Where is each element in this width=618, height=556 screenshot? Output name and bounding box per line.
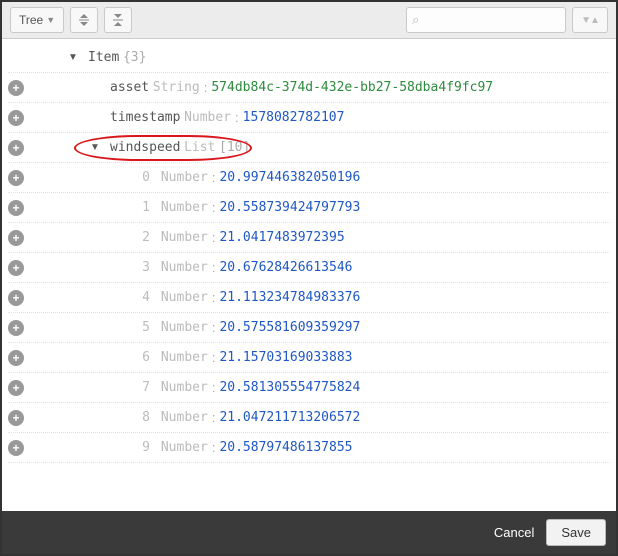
separator: : <box>204 80 208 95</box>
add-sibling-button[interactable]: + <box>8 320 24 336</box>
separator: : <box>212 200 216 215</box>
node-type: Number <box>184 110 231 125</box>
expand-icon <box>77 13 91 27</box>
add-sibling-button[interactable]: + <box>8 170 24 186</box>
add-sibling-button[interactable]: + <box>8 110 24 126</box>
tree-node-windspeed-item[interactable]: +6 Number:21.15703169033883 <box>8 343 610 373</box>
node-meta: {3} <box>123 50 146 65</box>
expand-all-button[interactable] <box>70 7 98 33</box>
node-value: 574db84c-374d-432e-bb27-58dba4f9fc97 <box>211 80 493 95</box>
node-index: 6 <box>136 350 150 365</box>
separator: : <box>212 410 216 425</box>
node-type: Number <box>161 200 208 215</box>
chevron-down-icon: ▼ <box>46 15 55 25</box>
separator: : <box>235 110 239 125</box>
add-sibling-button[interactable]: + <box>8 140 24 156</box>
node-type: Number <box>161 440 208 455</box>
node-type: Number <box>161 170 208 185</box>
tree-node-windspeed[interactable]: + ▼ windspeed List [10] <box>8 133 610 163</box>
tree-node-windspeed-item[interactable]: +8 Number:21.047211713206572 <box>8 403 610 433</box>
tree-node-windspeed-item[interactable]: +1 Number:20.558739424797793 <box>8 193 610 223</box>
dialog-footer: Cancel Save <box>2 511 616 554</box>
separator: : <box>212 440 216 455</box>
node-key: timestamp <box>110 110 180 125</box>
node-value: 20.58797486137855 <box>219 440 352 455</box>
node-value: 20.997446382050196 <box>219 170 360 185</box>
tree-node-root[interactable]: ▼ Item {3} <box>8 43 610 73</box>
search-icon: ⌕ <box>412 12 419 28</box>
node-type: Number <box>161 290 208 305</box>
separator: : <box>212 230 216 245</box>
tree-node-windspeed-item[interactable]: +4 Number:21.113234784983376 <box>8 283 610 313</box>
node-value: 21.047211713206572 <box>219 410 360 425</box>
node-index: 1 <box>136 200 150 215</box>
node-index: 3 <box>136 260 150 275</box>
node-type: List <box>184 140 215 155</box>
node-type: Number <box>161 230 208 245</box>
cancel-button[interactable]: Cancel <box>494 525 534 540</box>
save-button[interactable]: Save <box>546 519 606 546</box>
chevron-down-icon[interactable]: ▼ <box>66 52 80 63</box>
add-sibling-button[interactable]: + <box>8 260 24 276</box>
node-value: 21.0417483972395 <box>219 230 344 245</box>
toolbar: Tree ▼ ⌕ ▼▲ <box>2 2 616 39</box>
tree-node-windspeed-item[interactable]: +2 Number:21.0417483972395 <box>8 223 610 253</box>
add-sibling-button[interactable]: + <box>8 380 24 396</box>
node-type: Number <box>161 380 208 395</box>
chevron-down-icon[interactable]: ▼ <box>88 142 102 153</box>
separator: : <box>212 350 216 365</box>
tree-node-timestamp[interactable]: + timestamp Number : 1578082782107 <box>8 103 610 133</box>
collapse-icon <box>111 13 125 27</box>
node-value: 20.67628426613546 <box>219 260 352 275</box>
node-index: 4 <box>136 290 150 305</box>
node-key: asset <box>110 80 149 95</box>
node-type: Number <box>161 410 208 425</box>
separator: : <box>212 320 216 335</box>
filter-dropdown[interactable]: ▼▲ <box>572 7 608 33</box>
search-box: ⌕ <box>406 7 566 33</box>
node-key: Item <box>88 50 119 65</box>
node-meta: [10] <box>219 140 250 155</box>
collapse-all-button[interactable] <box>104 7 132 33</box>
chevron-down-icon: ▼▲ <box>581 15 599 26</box>
node-value: 21.15703169033883 <box>219 350 352 365</box>
add-sibling-button[interactable]: + <box>8 410 24 426</box>
add-sibling-button[interactable]: + <box>8 200 24 216</box>
node-index: 8 <box>136 410 150 425</box>
node-value: 20.581305554775824 <box>219 380 360 395</box>
node-value: 1578082782107 <box>243 110 345 125</box>
tree-node-asset[interactable]: + asset String : 574db84c-374d-432e-bb27… <box>8 73 610 103</box>
separator: : <box>212 290 216 305</box>
search-input[interactable] <box>406 7 566 33</box>
tree-node-windspeed-item[interactable]: +7 Number:20.581305554775824 <box>8 373 610 403</box>
view-mode-dropdown[interactable]: Tree ▼ <box>10 7 64 33</box>
tree-node-windspeed-item[interactable]: +3 Number:20.67628426613546 <box>8 253 610 283</box>
node-key: windspeed <box>110 140 180 155</box>
add-sibling-button[interactable]: + <box>8 290 24 306</box>
add-sibling-button[interactable]: + <box>8 440 24 456</box>
tree-node-windspeed-item[interactable]: +9 Number:20.58797486137855 <box>8 433 610 463</box>
node-type: Number <box>161 350 208 365</box>
node-type: Number <box>161 320 208 335</box>
node-value: 21.113234784983376 <box>219 290 360 305</box>
node-type: Number <box>161 260 208 275</box>
tree-node-windspeed-item[interactable]: +0 Number:20.997446382050196 <box>8 163 610 193</box>
tree-view: ▼ Item {3} + asset String : 574db84c-374… <box>2 39 616 511</box>
node-index: 9 <box>136 440 150 455</box>
separator: : <box>212 170 216 185</box>
add-sibling-button[interactable]: + <box>8 230 24 246</box>
node-index: 0 <box>136 170 150 185</box>
view-mode-label: Tree <box>19 13 43 27</box>
add-sibling-button[interactable]: + <box>8 80 24 96</box>
node-type: String <box>153 80 200 95</box>
node-value: 20.558739424797793 <box>219 200 360 215</box>
node-value: 20.575581609359297 <box>219 320 360 335</box>
node-index: 7 <box>136 380 150 395</box>
separator: : <box>212 380 216 395</box>
add-sibling-button[interactable]: + <box>8 350 24 366</box>
node-index: 5 <box>136 320 150 335</box>
separator: : <box>212 260 216 275</box>
node-index: 2 <box>136 230 150 245</box>
tree-node-windspeed-item[interactable]: +5 Number:20.575581609359297 <box>8 313 610 343</box>
